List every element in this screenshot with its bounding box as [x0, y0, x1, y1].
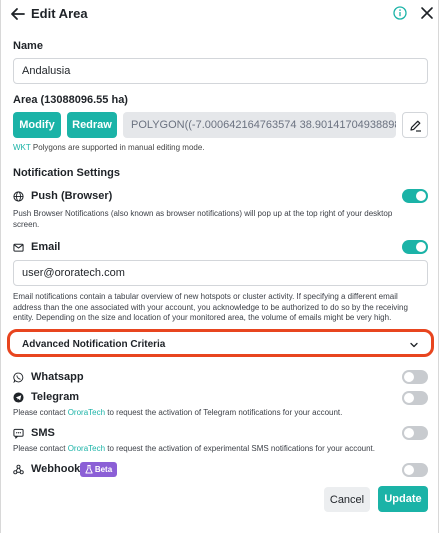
telegram-contact-prefix: Please contact: [13, 408, 68, 417]
notification-settings-title: Notification Settings: [13, 167, 120, 179]
panel-header: Edit Area: [1, 0, 438, 28]
email-toggle-knob: [416, 242, 426, 252]
webhook-label: Webhook: [31, 463, 81, 475]
edit-area-panel: Edit Area Name Area (13088096.55 ha) Mod…: [0, 0, 439, 533]
beta-badge-label: Beta: [94, 465, 113, 474]
email-toggle[interactable]: [402, 240, 428, 254]
name-input[interactable]: [13, 58, 428, 84]
email-description: Email notifications contain a tabular ov…: [13, 292, 408, 322]
cancel-button[interactable]: Cancel: [324, 487, 370, 512]
sms-contact-prefix: Please contact: [13, 444, 68, 453]
update-button[interactable]: Update: [378, 486, 428, 512]
push-label: Push (Browser): [31, 190, 113, 202]
webhook-toggle[interactable]: [402, 463, 428, 477]
telegram-label: Telegram: [31, 391, 80, 403]
sms-toggle[interactable]: [402, 426, 428, 440]
chevron-down-icon: [410, 342, 418, 348]
webhook-toggle-knob: [404, 465, 414, 475]
info-icon[interactable]: [393, 6, 407, 20]
push-toggle[interactable]: [402, 189, 428, 203]
name-label: Name: [13, 40, 43, 52]
ororatech-link[interactable]: OroraTech: [68, 444, 105, 453]
whatsapp-toggle[interactable]: [402, 370, 428, 384]
close-icon[interactable]: [420, 6, 434, 20]
wkt-hint: WKT Polygons are supported in manual edi…: [13, 143, 205, 152]
email-label: Email: [31, 241, 61, 253]
push-toggle-knob: [416, 191, 426, 201]
telegram-toggle-knob: [404, 393, 414, 403]
mail-icon: [13, 243, 24, 252]
wkt-hint-text: Polygons are supported in manual editing…: [30, 143, 205, 152]
sms-toggle-knob: [404, 428, 414, 438]
whatsapp-label: Whatsapp: [31, 371, 84, 383]
advanced-criteria-label: Advanced Notification Criteria: [22, 339, 166, 350]
globe-icon: [13, 191, 24, 202]
telegram-description: Please contact OroraTech to request the …: [13, 408, 425, 419]
back-arrow-icon[interactable]: [10, 6, 26, 22]
pencil-edit-icon: [410, 120, 421, 132]
whatsapp-toggle-knob: [404, 372, 414, 382]
whatsapp-icon: [13, 372, 24, 383]
webhook-icon: [13, 464, 24, 475]
sms-icon: [13, 428, 24, 439]
flask-icon: [85, 465, 93, 474]
telegram-toggle[interactable]: [402, 391, 428, 405]
ororatech-link[interactable]: OroraTech: [68, 408, 105, 417]
redraw-button[interactable]: Redraw: [67, 112, 117, 138]
page-title: Edit Area: [31, 6, 88, 21]
area-label: Area (13088096.55 ha): [13, 94, 128, 106]
telegram-icon: [13, 392, 24, 403]
sms-contact-suffix: to request the activation of experimenta…: [105, 444, 375, 453]
sms-label: SMS: [31, 427, 55, 439]
wkt-link[interactable]: WKT: [13, 143, 31, 152]
email-input[interactable]: [13, 260, 428, 286]
advanced-criteria-accordion[interactable]: Advanced Notification Criteria: [7, 329, 434, 357]
wkt-polygon-field[interactable]: POLYGON((-7.000642164763574 38.901417049…: [123, 112, 396, 138]
modify-button[interactable]: Modify: [13, 112, 61, 138]
sms-description: Please contact OroraTech to request the …: [13, 444, 425, 455]
edit-polygon-button[interactable]: [402, 112, 428, 138]
beta-badge: Beta: [80, 462, 117, 477]
telegram-contact-suffix: to request the activation of Telegram no…: [105, 408, 343, 417]
push-description: Push Browser Notifications (also known a…: [13, 209, 393, 229]
